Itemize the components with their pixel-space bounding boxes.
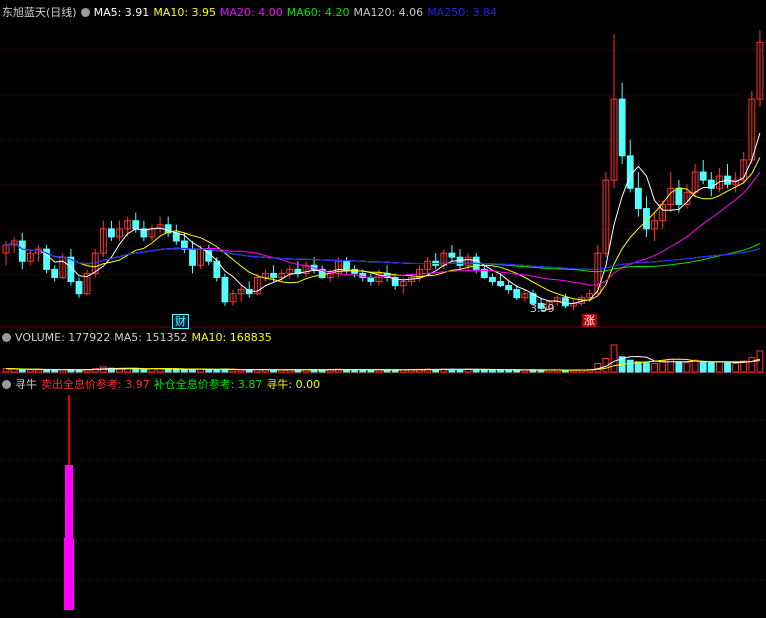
volume-bar <box>634 361 642 373</box>
ma20-label: MA20: 4.00 <box>220 6 283 19</box>
volume-bar <box>140 368 148 373</box>
volume-bar <box>172 368 180 373</box>
volume-bar <box>732 363 740 373</box>
volume-bar <box>359 369 367 373</box>
sell-ref-label: 卖出全息价参考: 3.97 <box>41 378 150 391</box>
limit-up-marker[interactable]: 涨 <box>582 314 597 327</box>
volume-bar <box>489 369 496 373</box>
volume-bar <box>756 350 764 373</box>
volume-bar <box>51 369 59 373</box>
chart-stage: 东旭蓝天(日线) MA5: 3.91 MA10: 3.95 MA20: 4.00 MA6… <box>0 0 766 615</box>
candle <box>456 256 464 266</box>
candle <box>675 187 683 205</box>
ma5-label: MA5: 3.91 <box>93 6 150 19</box>
candle <box>51 268 59 278</box>
ma10-label: MA10: 3.95 <box>153 6 217 19</box>
volume-bar <box>610 344 618 373</box>
volume-bar <box>675 361 683 373</box>
candle <box>18 240 26 262</box>
candle <box>626 155 634 189</box>
volume-bar <box>715 361 723 373</box>
signal-bar-lower <box>64 538 74 610</box>
volume-bar <box>659 360 667 373</box>
indicator-panel-header: 寻牛 卖出全息价参考: 3.97 补仓全息价参考: 3.87 寻牛: 0.00 <box>2 376 324 392</box>
ma60-line <box>5 242 761 273</box>
volume-bar <box>683 362 691 373</box>
candle <box>489 276 496 283</box>
candle <box>634 187 642 210</box>
volume-bar <box>626 359 634 373</box>
price-panel-header: 东旭蓝天(日线) MA5: 3.91 MA10: 3.95 MA20: 4.00 MA6… <box>2 4 501 20</box>
candle <box>221 276 229 303</box>
candle <box>618 98 626 157</box>
candle <box>343 260 350 270</box>
indicator-title: 寻牛 <box>15 378 37 391</box>
volume-bar <box>18 368 26 373</box>
candle <box>189 248 196 266</box>
volume-bar <box>10 368 18 373</box>
candle <box>367 276 375 283</box>
candle <box>513 289 521 299</box>
ma250-label: MA250: 3.84 <box>427 6 497 19</box>
volume-bar <box>707 362 715 373</box>
financial-report-marker[interactable]: 财 <box>172 314 189 329</box>
candle <box>132 220 140 230</box>
volume-bar <box>26 369 34 373</box>
volume-settings-circle-icon[interactable] <box>2 333 11 342</box>
indicator-settings-circle-icon[interactable] <box>2 380 11 389</box>
xunniu-value-label: 寻牛: 0.00 <box>266 378 321 391</box>
ma60-label: MA60: 4.20 <box>286 6 350 19</box>
volume-bar <box>148 368 156 373</box>
candle <box>699 171 707 181</box>
ma250-line <box>5 242 761 270</box>
volume-bar <box>229 369 237 373</box>
volume-bar <box>724 362 731 373</box>
candle <box>108 228 115 238</box>
volume-label: VOLUME: 177922 <box>15 331 111 344</box>
low-price-annotation: 3.59 <box>530 302 555 315</box>
candle <box>497 281 504 287</box>
volume-panel-header: VOLUME: 177922 MA5: 151352 MA10: 168835 <box>2 331 276 344</box>
volume-bar <box>245 369 253 373</box>
buy-ref-label: 补仓全息价参考: 3.87 <box>153 378 263 391</box>
volume-bar <box>748 357 756 373</box>
candle <box>270 272 277 278</box>
volume-bar <box>497 369 504 373</box>
volume-bar <box>691 359 699 373</box>
volume-bar <box>43 369 51 373</box>
volume-bar <box>35 369 42 373</box>
candle <box>561 297 569 307</box>
candle <box>505 285 513 291</box>
stock-title: 东旭蓝天(日线) <box>2 6 77 19</box>
volume-bar <box>237 369 245 373</box>
candle <box>172 232 180 242</box>
volume-bar <box>367 369 375 373</box>
candle <box>448 252 456 258</box>
settings-circle-icon[interactable] <box>80 8 90 17</box>
volume-bar <box>213 369 221 373</box>
candle <box>75 281 83 295</box>
volume-ma10-label: MA10: 168835 <box>191 331 272 344</box>
volume-bar <box>480 369 488 373</box>
volume-bar <box>643 362 650 373</box>
volume-bar <box>699 361 707 373</box>
ma120-label: MA120: 4.06 <box>353 6 424 19</box>
volume-ma5-label: MA5: 151352 <box>114 331 188 344</box>
volume-bar <box>164 368 172 373</box>
volume-bar <box>180 369 188 373</box>
stock-chart <box>0 30 766 610</box>
volume-bar <box>651 363 658 373</box>
